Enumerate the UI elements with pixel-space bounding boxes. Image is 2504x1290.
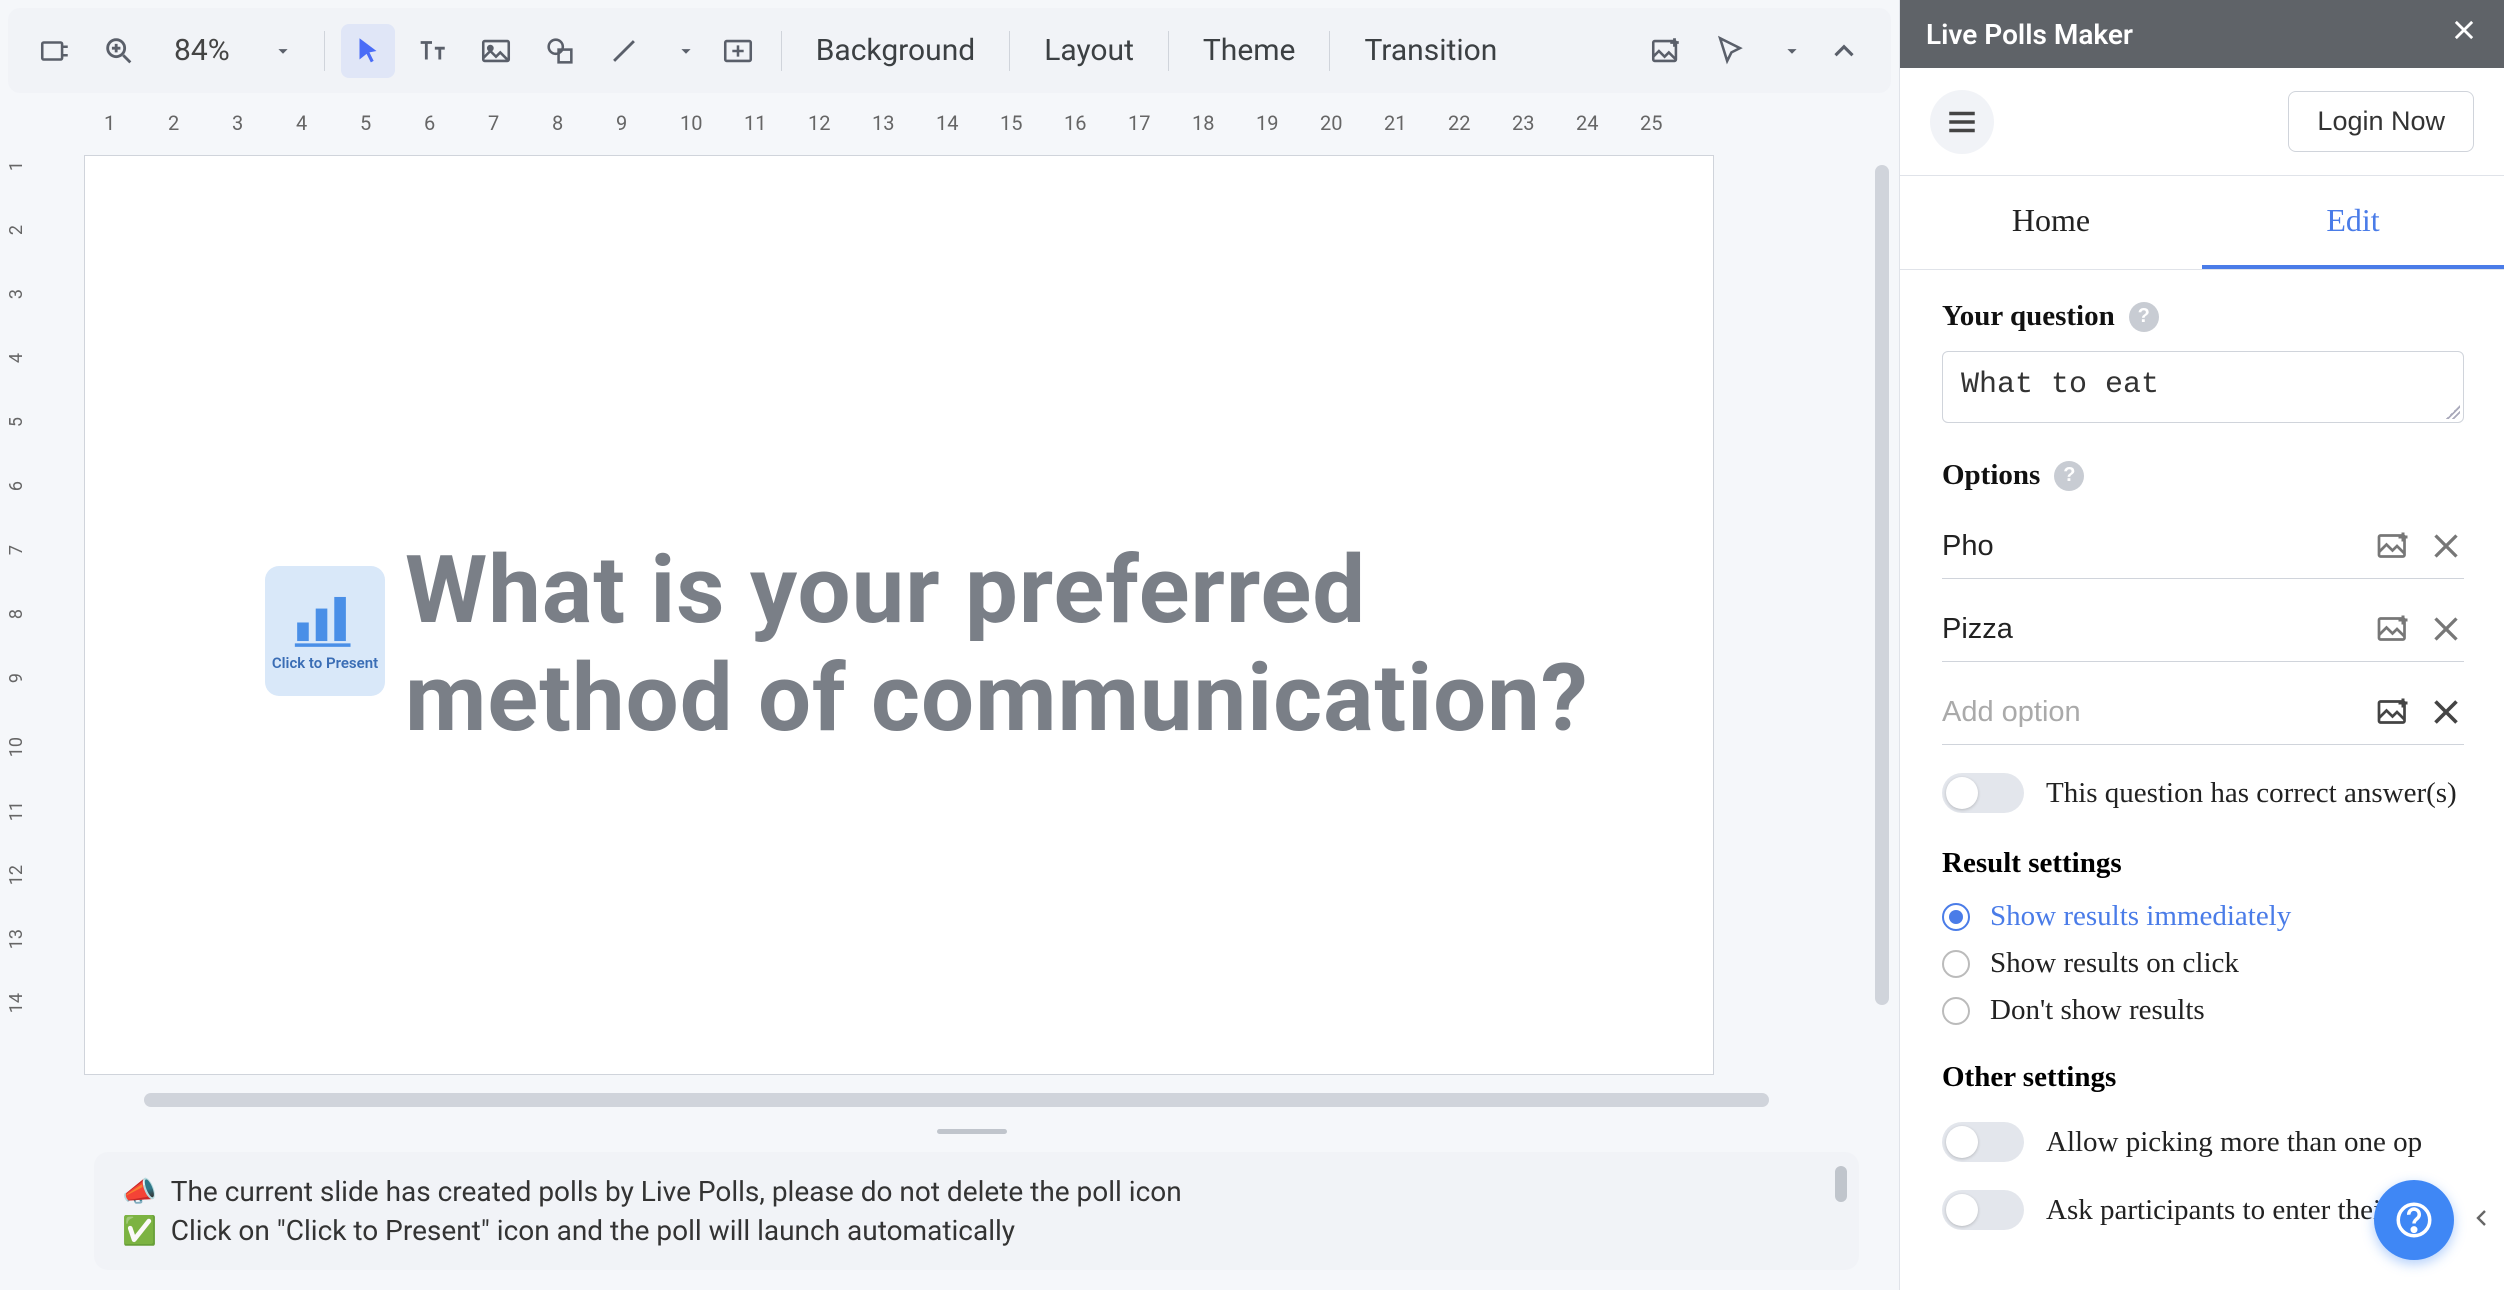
sidebar-body: Your question ? Options ? [1900, 270, 2504, 1290]
add-image-icon[interactable] [2376, 611, 2412, 647]
notice-scrollbar[interactable] [1835, 1166, 1847, 1202]
canvas-area: 1234567891011121314 12345678910111213141… [0, 101, 1899, 1290]
clear-option-icon[interactable] [2428, 694, 2464, 730]
radio-dont-show[interactable]: Don't show results [1942, 994, 2464, 1027]
check-emoji: ✅ [122, 1214, 157, 1247]
sidebar-panel: Live Polls Maker Login Now Home Edit You… [1899, 0, 2504, 1290]
add-image-icon[interactable] [1639, 24, 1693, 78]
radio-label: Show results on click [1990, 947, 2239, 980]
sidebar-tabs: Home Edit [1900, 176, 2504, 270]
collapse-side-icon[interactable] [2470, 1200, 2494, 1240]
notice-text-2: Click on "Click to Present" icon and the… [171, 1214, 1015, 1247]
ask-name-toggle[interactable] [1942, 1190, 2024, 1230]
megaphone-emoji: 📣 [122, 1175, 157, 1208]
option-input[interactable] [1942, 613, 2360, 646]
slide[interactable]: Click to Present What is your preferred … [84, 155, 1714, 1075]
tab-home[interactable]: Home [1900, 176, 2202, 269]
options-label-text: Options [1942, 459, 2040, 492]
editor-main: 84% Background Layout [0, 0, 1899, 1290]
radio-icon [1942, 950, 1970, 978]
pointer-dropdown-icon[interactable] [1777, 36, 1807, 66]
resize-grip-icon[interactable] [2446, 405, 2460, 419]
print-preview-icon[interactable] [28, 24, 82, 78]
radio-show-on-click[interactable]: Show results on click [1942, 947, 2464, 980]
notice-bar: 📣 The current slide has created polls by… [94, 1152, 1859, 1270]
question-input-wrap [1942, 351, 2464, 423]
close-icon[interactable] [2450, 16, 2478, 52]
notice-line: ✅ Click on "Click to Present" icon and t… [122, 1211, 1831, 1250]
toolbar-divider [1329, 31, 1330, 71]
your-question-text: Your question [1942, 300, 2115, 333]
poll-icon-label: Click to Present [272, 654, 378, 672]
login-button[interactable]: Login Now [2288, 91, 2474, 152]
allow-multiple-label: Allow picking more than one op [2046, 1126, 2422, 1159]
toolbar-divider [1009, 31, 1010, 71]
result-settings-title: Result settings [1942, 847, 2464, 880]
option-row [1942, 510, 2464, 579]
radio-icon [1942, 997, 1970, 1025]
help-fab-button[interactable] [2374, 1180, 2454, 1260]
horizontal-scrollbar[interactable] [84, 1093, 1839, 1107]
cursor-tool-icon[interactable] [341, 24, 395, 78]
notice-line: 📣 The current slide has created polls by… [122, 1172, 1831, 1211]
toolbar-divider [324, 31, 325, 71]
pointer-icon[interactable] [1703, 24, 1757, 78]
transition-button[interactable]: Transition [1346, 23, 1515, 78]
remove-option-icon[interactable] [2428, 611, 2464, 647]
add-option-row [1942, 676, 2464, 745]
add-option-input[interactable] [1942, 696, 2360, 729]
correct-answer-label: This question has correct answer(s) [2046, 777, 2457, 810]
option-input[interactable] [1942, 530, 2360, 563]
collapse-toolbar-icon[interactable] [1817, 24, 1871, 78]
toolbar-divider [1168, 31, 1169, 71]
options-label: Options ? [1942, 459, 2464, 492]
sidebar-header: Live Polls Maker [1900, 0, 2504, 68]
layout-button[interactable]: Layout [1026, 23, 1152, 78]
allow-multiple-toggle[interactable] [1942, 1122, 2024, 1162]
radio-label: Don't show results [1990, 994, 2205, 1027]
add-image-icon[interactable] [2376, 528, 2412, 564]
line-dropdown-icon[interactable] [671, 36, 701, 66]
sidebar-topbar: Login Now [1900, 68, 2504, 176]
sidebar-title: Live Polls Maker [1926, 18, 2133, 51]
vertical-ruler: 1234567891011121314 [0, 101, 44, 1290]
correct-answer-toggle-row: This question has correct answer(s) [1942, 773, 2464, 813]
question-input[interactable] [1943, 352, 2463, 418]
help-icon[interactable]: ? [2054, 461, 2084, 491]
toolbar-divider [781, 31, 782, 71]
correct-answer-toggle[interactable] [1942, 773, 2024, 813]
toolbar: 84% Background Layout [8, 8, 1891, 93]
ask-name-label: Ask participants to enter their na [2046, 1194, 2425, 1227]
zoom-dropdown-icon[interactable] [268, 36, 298, 66]
option-row [1942, 593, 2464, 662]
add-image-icon[interactable] [2376, 694, 2412, 730]
background-button[interactable]: Background [798, 23, 993, 78]
panel-drag-handle[interactable] [937, 1129, 1007, 1134]
slide-question-text[interactable]: What is your preferred method of communi… [405, 536, 1713, 752]
tab-edit[interactable]: Edit [2202, 176, 2504, 269]
other-settings-title: Other settings [1942, 1061, 2464, 1094]
zoom-in-icon[interactable] [92, 24, 146, 78]
line-tool-icon[interactable] [597, 24, 651, 78]
horizontal-ruler: 1234567891011121314151617181920212223242… [44, 101, 1899, 145]
your-question-label: Your question ? [1942, 300, 2464, 333]
slide-viewport[interactable]: Click to Present What is your preferred … [44, 145, 1899, 1121]
poll-icon[interactable]: Click to Present [265, 566, 385, 696]
shape-tool-icon[interactable] [533, 24, 587, 78]
radio-label: Show results immediately [1990, 900, 2291, 933]
help-icon[interactable]: ? [2129, 302, 2159, 332]
remove-option-icon[interactable] [2428, 528, 2464, 564]
allow-multiple-toggle-row: Allow picking more than one op [1942, 1122, 2464, 1162]
comment-tool-icon[interactable] [711, 24, 765, 78]
radio-show-immediately[interactable]: Show results immediately [1942, 900, 2464, 933]
hamburger-icon[interactable] [1930, 90, 1994, 154]
vertical-scrollbar[interactable] [1875, 165, 1889, 1061]
text-tool-icon[interactable] [405, 24, 459, 78]
notice-text-1: The current slide has created polls by L… [171, 1175, 1182, 1208]
radio-icon [1942, 903, 1970, 931]
zoom-level[interactable]: 84% [154, 33, 250, 68]
theme-button[interactable]: Theme [1185, 23, 1314, 78]
image-tool-icon[interactable] [469, 24, 523, 78]
